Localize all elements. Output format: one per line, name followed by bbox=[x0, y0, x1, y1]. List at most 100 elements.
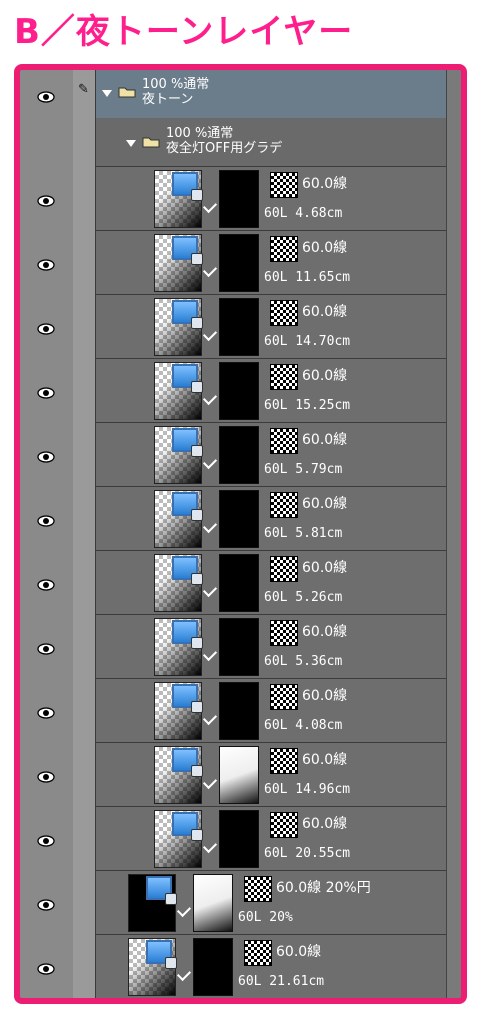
folder-name-label: 夜トーン bbox=[142, 92, 194, 107]
layer-row[interactable]: 60.0線 60L 5.81cm bbox=[96, 486, 461, 551]
layer-tone-label: 60.0線 bbox=[302, 368, 348, 384]
layer-detail-label: 60L 21.61cm bbox=[238, 974, 325, 989]
eye-icon[interactable] bbox=[37, 896, 55, 911]
tone-layer-icon bbox=[172, 684, 203, 713]
page-heading: B／夜トーンレイヤー bbox=[14, 12, 354, 52]
check-icon bbox=[176, 902, 192, 918]
layer-mask-thumbnail bbox=[219, 682, 259, 740]
check-icon bbox=[202, 454, 218, 470]
visibility-column bbox=[20, 70, 74, 998]
layer-mask-thumbnail bbox=[219, 490, 259, 548]
tone-layer-icon bbox=[172, 492, 203, 521]
layer-mask-thumbnail bbox=[219, 170, 259, 228]
layer-row[interactable]: 60.0線 60L 21.61cm bbox=[96, 934, 461, 998]
layer-detail-label: 60L 4.68cm bbox=[264, 206, 343, 221]
eye-icon[interactable] bbox=[37, 192, 55, 207]
layer-detail-label: 60L 4.08cm bbox=[264, 718, 343, 733]
layer-list: 100 %通常 夜トーン 100 %通常 夜全灯OFF用グラデ 60.0線 60L… bbox=[96, 70, 461, 998]
tone-layer-icon bbox=[172, 620, 203, 649]
tone-pattern-icon bbox=[270, 492, 298, 518]
layer-mask-thumbnail bbox=[219, 298, 259, 356]
check-icon bbox=[202, 390, 218, 406]
eye-icon[interactable] bbox=[37, 448, 55, 463]
pen-icon[interactable]: ✎ bbox=[78, 82, 89, 97]
tone-pattern-icon bbox=[270, 748, 298, 774]
layer-tone-label: 60.0線 bbox=[302, 432, 348, 448]
layer-tone-label: 60.0線 20%円 bbox=[276, 880, 371, 896]
layer-tone-label: 60.0線 bbox=[302, 176, 348, 192]
layer-mask-thumbnail bbox=[193, 874, 233, 932]
check-icon bbox=[202, 646, 218, 662]
layer-row[interactable]: 60.0線 60L 5.26cm bbox=[96, 550, 461, 615]
layer-row[interactable]: 60.0線 20%円 60L 20% bbox=[96, 870, 461, 935]
check-icon bbox=[202, 582, 218, 598]
layer-detail-label: 60L 5.36cm bbox=[264, 654, 343, 669]
check-icon bbox=[202, 710, 218, 726]
layer-row[interactable]: 60.0線 60L 20.55cm bbox=[96, 806, 461, 871]
layer-row[interactable]: 60.0線 60L 4.08cm bbox=[96, 678, 461, 743]
check-icon bbox=[202, 198, 218, 214]
layer-detail-label: 60L 11.65cm bbox=[264, 270, 351, 285]
scrollbar[interactable] bbox=[446, 70, 461, 998]
layer-detail-label: 60L 20.55cm bbox=[264, 846, 351, 861]
folder-icon bbox=[118, 87, 136, 98]
layer-mask-thumbnail bbox=[219, 618, 259, 676]
layer-row[interactable]: 60.0線 60L 11.65cm bbox=[96, 230, 461, 295]
layer-row[interactable]: 60.0線 60L 4.68cm bbox=[96, 166, 461, 231]
layer-mask-thumbnail bbox=[219, 426, 259, 484]
eye-icon[interactable] bbox=[37, 576, 55, 591]
check-icon bbox=[202, 326, 218, 342]
folder-name-label: 夜全灯OFF用グラデ bbox=[166, 141, 283, 156]
layer-row[interactable]: 60.0線 60L 14.70cm bbox=[96, 294, 461, 359]
layer-mask-thumbnail bbox=[219, 554, 259, 612]
eye-icon[interactable] bbox=[37, 88, 55, 103]
layer-tone-label: 60.0線 bbox=[302, 752, 348, 768]
tone-pattern-icon bbox=[270, 812, 298, 838]
layer-mask-thumbnail bbox=[219, 234, 259, 292]
layer-detail-label: 60L 14.70cm bbox=[264, 334, 351, 349]
edit-column bbox=[73, 70, 96, 998]
layer-detail-label: 60L 5.79cm bbox=[264, 462, 343, 477]
layer-mask-thumbnail bbox=[219, 362, 259, 420]
layer-mask-thumbnail bbox=[193, 938, 233, 996]
tone-pattern-icon bbox=[270, 428, 298, 454]
eye-icon[interactable] bbox=[37, 256, 55, 271]
folder-icon bbox=[142, 137, 160, 148]
eye-icon[interactable] bbox=[37, 320, 55, 335]
eye-icon[interactable] bbox=[37, 704, 55, 719]
folder-row[interactable]: 100 %通常 夜全灯OFF用グラデ bbox=[96, 118, 461, 167]
eye-icon[interactable] bbox=[37, 384, 55, 399]
layer-tone-label: 60.0線 bbox=[276, 944, 322, 960]
tone-layer-icon bbox=[146, 876, 177, 905]
eye-icon[interactable] bbox=[37, 512, 55, 527]
check-icon bbox=[202, 838, 218, 854]
folder-blend-label: 100 %通常 bbox=[142, 77, 210, 92]
check-icon bbox=[202, 774, 218, 790]
eye-icon[interactable] bbox=[37, 768, 55, 783]
layer-detail-label: 60L 20% bbox=[238, 910, 293, 925]
layer-panel: ✎ 100 %通常 夜トーン 100 %通常 夜全灯OFF用グラデ 60.0線 6… bbox=[14, 64, 467, 1004]
expand-arrow-icon[interactable] bbox=[102, 90, 112, 97]
tone-pattern-icon bbox=[270, 684, 298, 710]
check-icon bbox=[202, 518, 218, 534]
tone-layer-icon bbox=[172, 428, 203, 457]
layer-tone-label: 60.0線 bbox=[302, 624, 348, 640]
layer-mask-thumbnail bbox=[219, 746, 259, 804]
tone-pattern-icon bbox=[244, 940, 272, 966]
eye-icon[interactable] bbox=[37, 832, 55, 847]
layer-row[interactable]: 60.0線 60L 15.25cm bbox=[96, 358, 461, 423]
tone-pattern-icon bbox=[270, 364, 298, 390]
layer-tone-label: 60.0線 bbox=[302, 816, 348, 832]
layer-row[interactable]: 60.0線 60L 5.79cm bbox=[96, 422, 461, 487]
layer-tone-label: 60.0線 bbox=[302, 688, 348, 704]
layer-tone-label: 60.0線 bbox=[302, 560, 348, 576]
check-icon bbox=[176, 966, 192, 982]
tone-pattern-icon bbox=[270, 236, 298, 262]
eye-icon[interactable] bbox=[37, 960, 55, 975]
layer-row[interactable]: 60.0線 60L 5.36cm bbox=[96, 614, 461, 679]
layer-row[interactable]: 60.0線 60L 14.96cm bbox=[96, 742, 461, 807]
folder-row[interactable]: 100 %通常 夜トーン bbox=[96, 70, 461, 119]
layer-detail-label: 60L 14.96cm bbox=[264, 782, 351, 797]
expand-arrow-icon[interactable] bbox=[126, 140, 136, 147]
eye-icon[interactable] bbox=[37, 640, 55, 655]
